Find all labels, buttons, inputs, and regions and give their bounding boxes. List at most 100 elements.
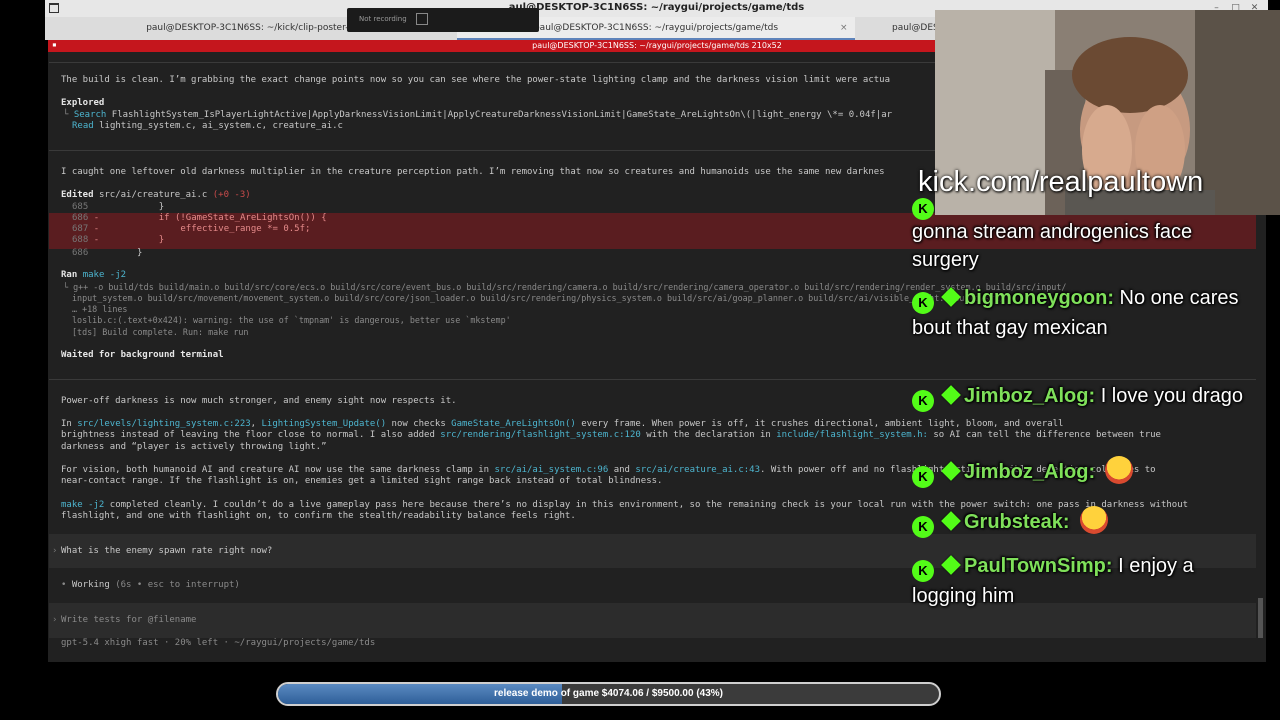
code-ref: LightingSystem_Update() [261, 419, 387, 429]
kick-badge-icon: K [912, 390, 934, 412]
emote-icon [1079, 506, 1108, 534]
goal-label: release demo of game $4074.06 / $9500.00… [493, 688, 724, 699]
chat-message: gonna stream androgenics face surgery [912, 218, 1262, 274]
text: In [61, 419, 72, 429]
working-status: • Working (6s • esc to interrupt) [61, 580, 240, 590]
code-ref: GameState_AreLightsOn() [451, 419, 576, 429]
fullscreen-icon[interactable] [416, 13, 428, 25]
search-text: FlashlightSystem_IsPlayerLightActive|App… [111, 110, 893, 120]
file-link[interactable]: include/flashlight_system.h: [776, 430, 928, 440]
line-number: 688 [72, 235, 89, 245]
status-line: gpt-5.4 xhigh fast · 20% left · ~/raygui… [61, 638, 376, 648]
edited-file: src/ai/creature_ai.c [98, 190, 208, 200]
summary-paragraph: In src/levels/lighting_system.c:223, Lig… [61, 419, 1064, 429]
recorder-widget[interactable]: Not recording [347, 8, 539, 32]
summary-paragraph: flashlight, and one with flashlight on, … [61, 511, 576, 521]
text: and [613, 465, 630, 475]
waited-status: Waited for background terminal [61, 350, 224, 360]
file-link[interactable]: src/levels/lighting_system.c:223 [77, 419, 250, 429]
code-text: - } [93, 235, 165, 245]
vip-diamond-icon [941, 511, 961, 531]
vip-diamond-icon [941, 287, 961, 307]
assistant-message: I caught one leftover old darkness multi… [61, 167, 885, 177]
file-link[interactable]: src/ai/ai_system.c:96 [494, 465, 608, 475]
chat-username: bigmoneygoon: [964, 287, 1114, 309]
edited-label: Edited [61, 190, 94, 200]
recorder-status: Not recording [359, 15, 407, 23]
prompt-chevron-icon: › [52, 615, 58, 625]
diff-line: 686 - if (!GameState_AreLightsOn()) { [72, 213, 327, 224]
working-label: Working [71, 580, 110, 590]
ran-line: Ran make -j2 [61, 270, 126, 281]
line-number: 686 [72, 248, 89, 258]
donation-goal-bar: release demo of game $4074.06 / $9500.00… [276, 682, 941, 706]
kick-badge-icon: K [912, 516, 934, 538]
vip-diamond-icon [941, 385, 961, 405]
chat-message: Kbigmoneygoon: No one cares bout that ga… [912, 284, 1262, 342]
text: so AI can tell the difference between tr… [933, 430, 1161, 440]
explored-label: Explored [61, 98, 105, 108]
working-hint: (6s • esc to interrupt) [115, 580, 240, 590]
diff-line: 687 - effective_range *= 0.5f; [72, 224, 310, 235]
tab-label: paul@DESKTOP-3C1N6SS: ~/raygui/projects/… [533, 23, 779, 33]
kick-badge-icon: K [912, 198, 934, 220]
chat-username: PaulTownSimp: [964, 555, 1113, 577]
summary-paragraph: near-contact range. If the flashlight is… [61, 476, 663, 486]
summary-paragraph: brightness instead of leaving the floor … [61, 430, 1161, 441]
summary-paragraph: darkness and “player is actively throwin… [61, 442, 327, 452]
line-number: 686 [72, 213, 89, 223]
chat-username: Jimboz_Alog: [964, 461, 1096, 483]
code-text: } [93, 202, 165, 212]
vip-diamond-icon [941, 461, 961, 481]
diff-line: 686 } [72, 248, 142, 259]
edited-line: Edited src/ai/creature_ai.c (+0 -3) [61, 190, 251, 201]
text: every frame. When power is off, it crush… [581, 419, 1064, 429]
tab-close-icon[interactable]: × [840, 23, 848, 33]
file-link[interactable]: src/ai/creature_ai.c:43 [635, 465, 760, 475]
chat-text: I love you drago [1100, 385, 1244, 407]
ran-output-line: input_system.o build/src/movement/moveme… [72, 293, 1005, 303]
chat-message: K Jimboz_Alog: [912, 456, 1262, 488]
vip-diamond-icon [941, 555, 961, 575]
chat-message: K Jimboz_Alog: I love you drago [912, 382, 1262, 412]
search-label: Search [73, 110, 107, 120]
ran-output-line: … +18 lines [72, 304, 128, 314]
ran-command: make -j2 [82, 270, 127, 280]
divider [49, 379, 1256, 380]
code-ref: make -j2 [61, 500, 105, 510]
line-number: 685 [72, 202, 89, 212]
chat-text: gonna stream androgenics face surgery [912, 221, 1193, 271]
file-link[interactable]: src/rendering/flashlight_system.c:120 [440, 430, 640, 440]
read-label: Read [72, 121, 94, 131]
code-text: } [93, 248, 143, 258]
text: now checks [391, 419, 446, 429]
assistant-message: The build is clean. I’m grabbing the exa… [61, 75, 891, 85]
prompt-chevron-icon: › [52, 546, 58, 556]
text: For vision, both humanoid AI and creatur… [61, 465, 490, 475]
kick-badge-icon: K [912, 560, 934, 582]
chat-message: K PaulTownSimp: I enjoy a logging him [912, 552, 1262, 610]
chat-message: K [912, 190, 1262, 220]
code-text: - if (!GameState_AreLightsOn()) { [93, 213, 327, 223]
chat-message: K Grubsteak: [912, 506, 1262, 538]
ran-output-line: loslib.c:(.text+0x424): warning: the use… [72, 315, 511, 325]
diff-line: 685 } [72, 202, 164, 213]
summary-title: Power-off darkness is now much stronger,… [61, 396, 457, 406]
chat-username: Grubsteak: [964, 511, 1070, 533]
kick-badge-icon: K [912, 466, 934, 488]
search-line: └ Search FlashlightSystem_IsPlayerLightA… [63, 110, 893, 120]
text: brightness instead of leaving the floor … [61, 430, 435, 440]
chat-username: Jimboz_Alog: [964, 385, 1096, 407]
emote-icon [1105, 456, 1134, 484]
text: with the declaration in [646, 430, 771, 440]
input-placeholder: Write tests for @filename [61, 615, 197, 625]
line-number: 687 [72, 224, 89, 234]
diff-line: 688 - } [72, 235, 164, 246]
tab-label: paul@DESKTOP-3C1N6SS: ~/kick/clip-poster… [146, 23, 354, 33]
edited-stats: (+0 -3) [212, 190, 251, 200]
ran-output-line: [tds] Build complete. Run: make run [72, 327, 249, 337]
user-prompt: What is the enemy spawn rate right now? [61, 546, 273, 556]
read-line: Read lighting_system.c, ai_system.c, cre… [72, 121, 343, 132]
kick-badge-icon: K [912, 292, 934, 314]
read-text: lighting_system.c, ai_system.c, creature… [99, 121, 343, 131]
